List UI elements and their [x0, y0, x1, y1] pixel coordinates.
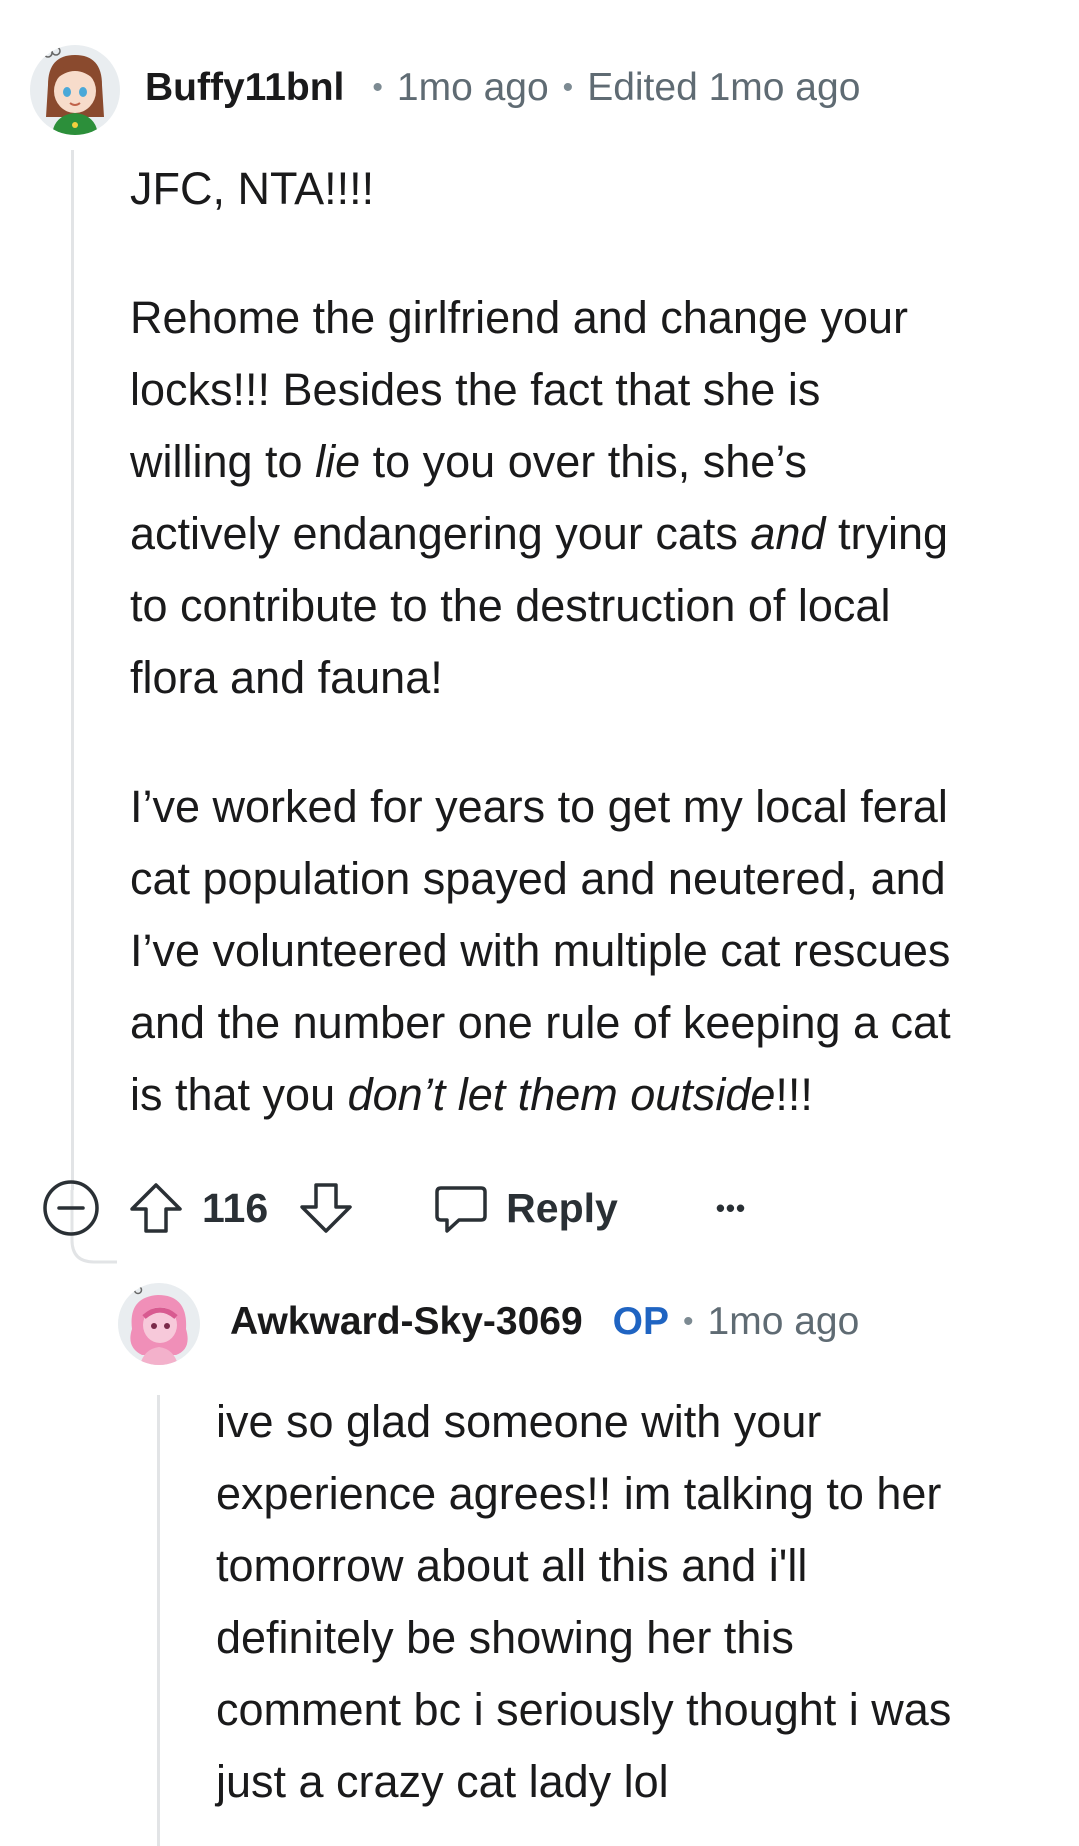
- avatar-awkward-sky-3069[interactable]: [118, 1283, 200, 1365]
- comment-meta: Buffy11bnl • 1mo ago • Edited 1mo ago: [145, 64, 860, 112]
- reply-age: 1mo ago: [707, 1300, 860, 1343]
- reply-label: Reply: [506, 1184, 618, 1231]
- emphasis-text: don’t let them outside: [347, 1069, 776, 1120]
- op-badge: OP: [612, 1300, 669, 1343]
- reply-body: ive so glad someone with your experience…: [216, 1386, 1066, 1818]
- reply-username[interactable]: Awkward-Sky-3069: [230, 1300, 583, 1344]
- comment-paragraph: I’ve worked for years to get my local fe…: [130, 781, 951, 1120]
- comment-edited: Edited 1mo ago: [587, 66, 861, 109]
- vote-count: 116: [202, 1184, 269, 1231]
- avatar-buffy11bnl[interactable]: [30, 45, 120, 135]
- more-options-icon[interactable]: •••: [716, 1193, 746, 1224]
- reply-paragraph: ive so glad someone with your experience…: [216, 1396, 952, 1807]
- separator-dot: •: [562, 71, 574, 104]
- collapse-icon[interactable]: [42, 1179, 100, 1237]
- downvote-arrow-icon[interactable]: [296, 1178, 356, 1238]
- speech-bubble-icon: [432, 1179, 490, 1237]
- emphasis-text: lie: [315, 436, 361, 487]
- comment-age: 1mo ago: [396, 66, 549, 109]
- comment-paragraph: Rehome the girlfriend and change your lo…: [130, 292, 948, 703]
- reply-meta: Awkward-Sky-3069 OP • 1mo ago: [230, 1298, 859, 1346]
- comment-action-bar: 116 Reply •••: [42, 1178, 746, 1238]
- upvote-arrow-icon[interactable]: [126, 1178, 186, 1238]
- separator-dot: •: [372, 71, 383, 104]
- reply-button[interactable]: Reply: [432, 1179, 618, 1237]
- reply-thread-line[interactable]: [157, 1395, 160, 1846]
- separator-dot: •: [683, 1305, 694, 1338]
- comment-paragraph: JFC, NTA!!!!: [130, 163, 375, 214]
- emphasis-text: and: [750, 508, 826, 559]
- comment-thread-line[interactable]: [71, 150, 74, 1190]
- comment-body: JFC, NTA!!!! Rehome the girlfriend and c…: [130, 153, 1060, 1131]
- comment-username[interactable]: Buffy11bnl: [145, 66, 344, 110]
